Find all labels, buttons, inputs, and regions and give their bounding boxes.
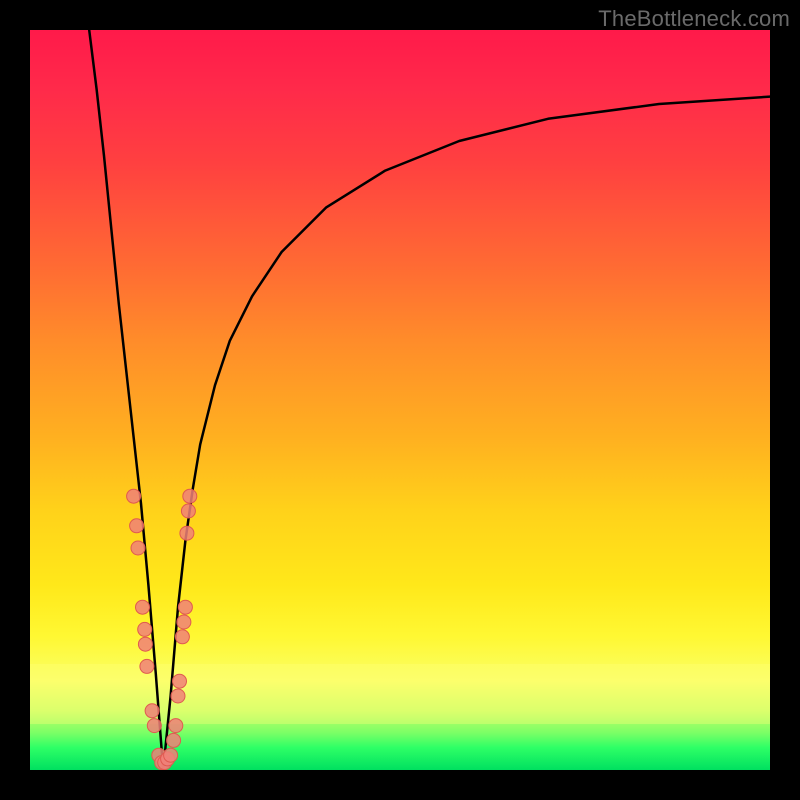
- chart-svg: [30, 30, 770, 770]
- watermark-text: TheBottleneck.com: [598, 6, 790, 32]
- data-marker: [147, 719, 161, 733]
- data-marker: [173, 674, 187, 688]
- data-marker: [140, 659, 154, 673]
- data-marker: [145, 704, 159, 718]
- data-marker: [130, 519, 144, 533]
- data-marker: [183, 489, 197, 503]
- data-marker: [131, 541, 145, 555]
- data-marker: [180, 526, 194, 540]
- data-marker: [178, 600, 192, 614]
- chart-frame: TheBottleneck.com: [0, 0, 800, 800]
- data-marker: [136, 600, 150, 614]
- data-marker: [164, 748, 178, 762]
- data-marker: [175, 630, 189, 644]
- data-markers: [127, 489, 197, 769]
- data-marker: [177, 615, 191, 629]
- data-marker: [171, 689, 185, 703]
- data-marker: [181, 504, 195, 518]
- data-marker: [138, 622, 152, 636]
- data-marker: [169, 719, 183, 733]
- data-marker: [167, 733, 181, 747]
- bottleneck-curve: [89, 30, 770, 770]
- data-marker: [138, 637, 152, 651]
- plot-area: [30, 30, 770, 770]
- data-marker: [127, 489, 141, 503]
